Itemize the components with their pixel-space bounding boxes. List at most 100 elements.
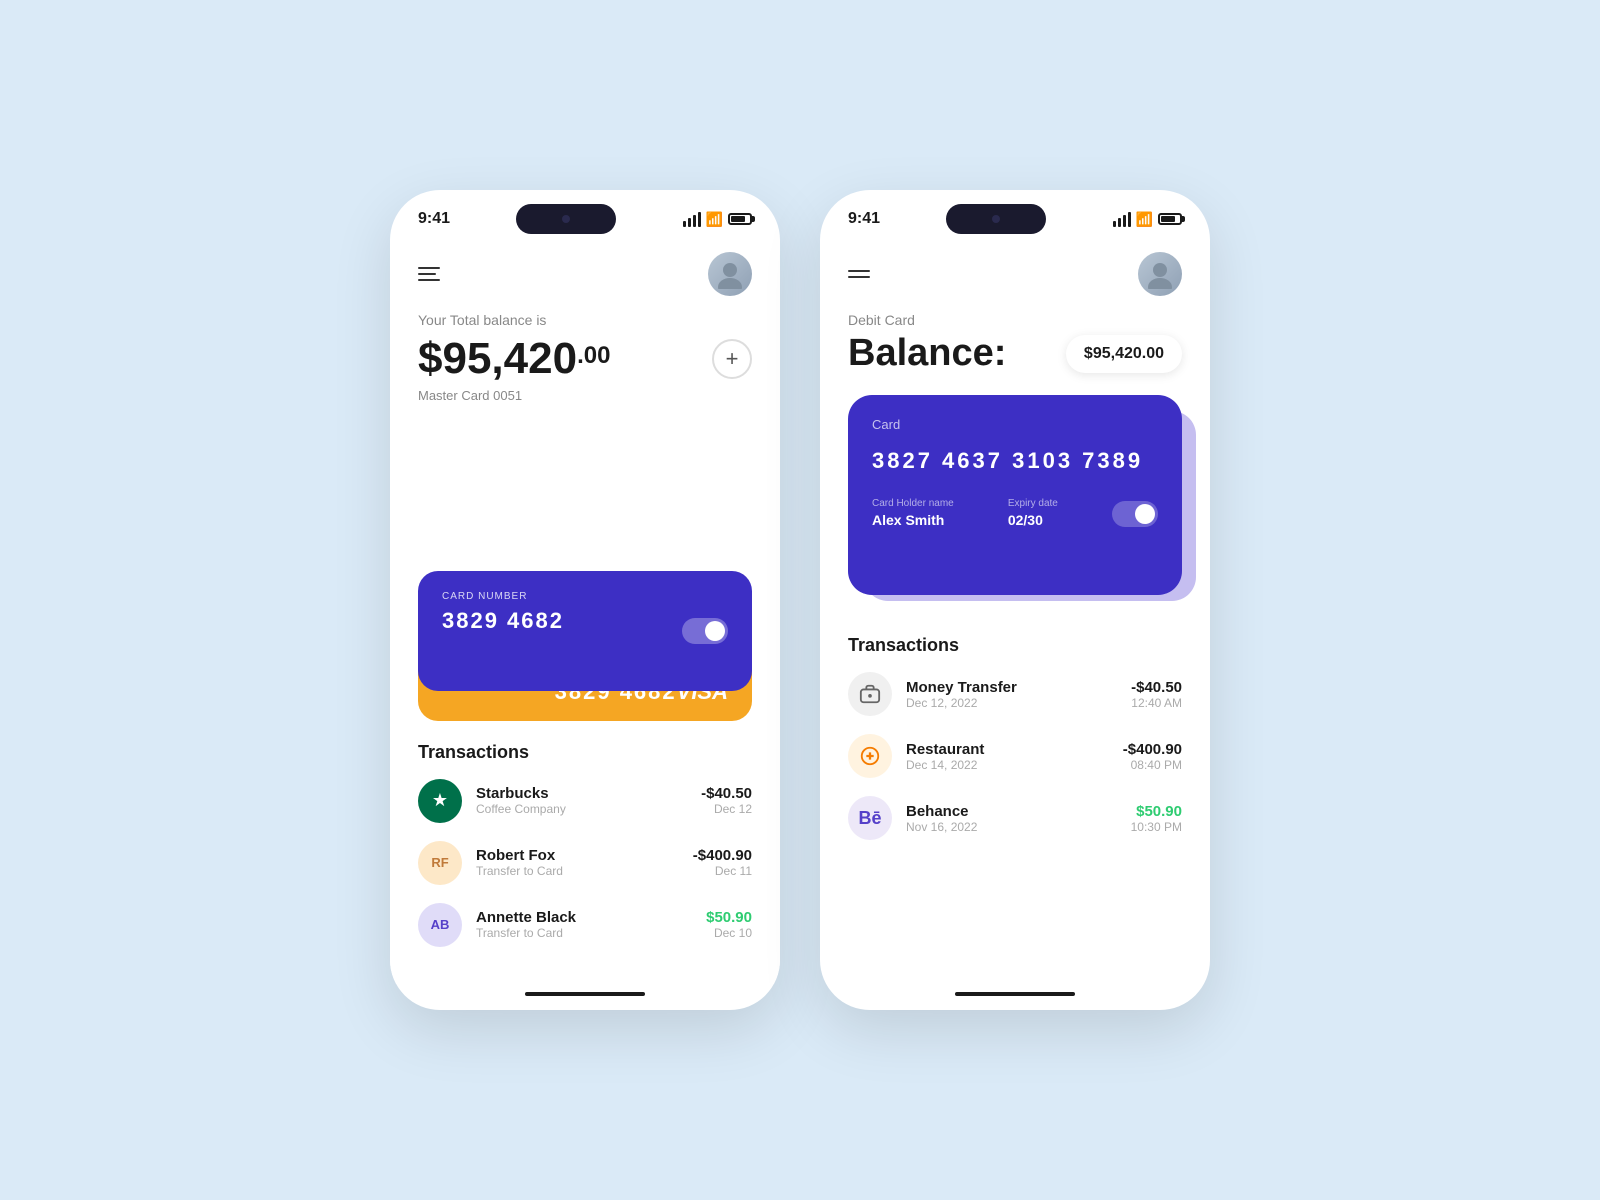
card-holder-field: Card Holder name Alex Smith (872, 498, 954, 530)
p2-transaction-sub-0: Dec 12, 2022 (906, 696, 1117, 710)
big-card-number-2: 3827 4637 3103 7389 (872, 448, 1158, 474)
p2-transaction-amount-0: -$40.50 (1131, 679, 1182, 696)
card-expiry-field: Expiry date 02/30 (1008, 498, 1058, 530)
transaction-info-0: Starbucks Coffee Company (476, 785, 687, 816)
p2-transaction-info-0: Money Transfer Dec 12, 2022 (906, 679, 1117, 710)
menu-button-1[interactable] (418, 267, 440, 281)
transaction-item-2[interactable]: AB Annette Black Transfer to Card $50.90… (418, 903, 752, 947)
transaction-amount-1: -$400.90 (693, 847, 752, 864)
phone-1: 9:41 📶 (390, 190, 780, 1010)
signal-icon-1 (683, 212, 701, 227)
island-dot-2 (992, 215, 1000, 223)
balance-row-2: Balance: $95,420.00 (820, 332, 1210, 375)
transaction-info-1: Robert Fox Transfer to Card (476, 847, 679, 878)
transaction-sub-1: Transfer to Card (476, 864, 679, 878)
transaction-name-1: Robert Fox (476, 847, 679, 864)
p2-transaction-info-1: Restaurant Dec 14, 2022 (906, 741, 1109, 772)
transaction-amount-col-2: $50.90 Dec 10 (706, 909, 752, 940)
cards-stack-1: CARD NUMBER 3829 4682 CARD NUMBER 3829 4… (390, 571, 780, 736)
p2-transaction-amount-2: $50.90 (1131, 803, 1182, 820)
card-expiry-label: Expiry date (1008, 498, 1058, 509)
wifi-icon-1: 📶 (706, 211, 723, 228)
big-card-footer-2: Card Holder name Alex Smith Expiry date … (872, 498, 1158, 530)
p2-transaction-name-0: Money Transfer (906, 679, 1117, 696)
wallet-icon (848, 672, 892, 716)
balance-amount-1: $95,420.00 (418, 334, 610, 384)
transaction-amount-col-1: -$400.90 Dec 11 (693, 847, 752, 878)
home-indicator-2 (955, 992, 1075, 996)
signal-icon-2 (1113, 212, 1131, 227)
card-purple-1[interactable]: CARD NUMBER 3829 4682 (418, 571, 752, 691)
toggle-1[interactable] (682, 618, 728, 644)
transaction-name-2: Annette Black (476, 909, 692, 926)
battery-icon-2 (1158, 213, 1182, 225)
behance-icon: Bē (848, 796, 892, 840)
transaction-amount-2: $50.90 (706, 909, 752, 926)
avatar-2[interactable] (1138, 252, 1182, 296)
transaction-amount-col-0: -$40.50 Dec 12 (701, 785, 752, 816)
transaction-item-1[interactable]: RF Robert Fox Transfer to Card -$400.90 … (418, 841, 752, 885)
transactions-1: Transactions ★ Starbucks Coffee Company … (390, 726, 780, 985)
p2-transaction-time-2: 10:30 PM (1131, 820, 1182, 834)
island-dot-1 (562, 215, 570, 223)
p2-transaction-item-1[interactable]: Restaurant Dec 14, 2022 -$400.90 08:40 P… (848, 734, 1182, 778)
phone-2: 9:41 📶 (820, 190, 1210, 1010)
transaction-date-0: Dec 12 (701, 802, 752, 816)
transactions-2: Transactions Money Transfer Dec 12, 2022… (820, 619, 1210, 984)
restaurant-icon (848, 734, 892, 778)
dynamic-island-1 (516, 204, 616, 234)
big-toggle-2[interactable] (1112, 501, 1158, 527)
p2-transaction-item-0[interactable]: Money Transfer Dec 12, 2022 -$40.50 12:4… (848, 672, 1182, 716)
p2-transaction-amount-col-2: $50.90 10:30 PM (1131, 803, 1182, 834)
big-card-2[interactable]: Card 3827 4637 3103 7389 Card Holder nam… (848, 395, 1182, 595)
transaction-date-1: Dec 11 (693, 864, 752, 878)
wifi-icon-2: 📶 (1136, 211, 1153, 228)
transaction-item-0[interactable]: ★ Starbucks Coffee Company -$40.50 Dec 1… (418, 779, 752, 823)
rf-icon: RF (418, 841, 462, 885)
p2-transaction-time-0: 12:40 AM (1131, 696, 1182, 710)
ab-icon: AB (418, 903, 462, 947)
dynamic-island-2 (946, 204, 1046, 234)
p2-transaction-time-1: 08:40 PM (1123, 758, 1182, 772)
header-2 (820, 244, 1210, 312)
p2-transaction-sub-1: Dec 14, 2022 (906, 758, 1109, 772)
p2-transaction-name-2: Behance (906, 803, 1117, 820)
big-card-label-2: Card (872, 417, 1158, 432)
balance-section-1: Your Total balance is $95,420.00 + Maste… (390, 312, 780, 571)
p2-transaction-amount-col-1: -$400.90 08:40 PM (1123, 741, 1182, 772)
p2-transaction-amount-col-0: -$40.50 12:40 AM (1131, 679, 1182, 710)
time-2: 9:41 (848, 210, 880, 228)
phones-container: 9:41 📶 (390, 190, 1210, 1010)
card-sub-label-1: Master Card 0051 (418, 388, 752, 403)
transactions-title-2: Transactions (848, 635, 1182, 656)
big-card-container-2: Card 3827 4637 3103 7389 Card Holder nam… (820, 395, 1210, 595)
p2-transaction-sub-2: Nov 16, 2022 (906, 820, 1117, 834)
header-1 (390, 244, 780, 312)
card-number-label-1: CARD NUMBER (442, 591, 728, 602)
balance-heading-2: Balance: (848, 332, 1006, 375)
status-icons-1: 📶 (683, 211, 752, 228)
card-holder-name: Alex Smith (872, 512, 944, 528)
transaction-name-0: Starbucks (476, 785, 687, 802)
balance-badge-2: $95,420.00 (1066, 335, 1182, 373)
menu-button-2[interactable] (848, 270, 870, 278)
debit-label-2: Debit Card (820, 312, 1210, 328)
starbucks-icon: ★ (418, 779, 462, 823)
status-bar-2: 9:41 📶 (820, 190, 1210, 244)
p2-transaction-amount-1: -$400.90 (1123, 741, 1182, 758)
home-indicator-1 (525, 992, 645, 996)
add-button-1[interactable]: + (712, 339, 752, 379)
card-holder-label: Card Holder name (872, 498, 954, 509)
transaction-amount-0: -$40.50 (701, 785, 752, 802)
battery-icon-1 (728, 213, 752, 225)
card-expiry: 02/30 (1008, 512, 1043, 528)
p2-transaction-info-2: Behance Nov 16, 2022 (906, 803, 1117, 834)
transaction-sub-0: Coffee Company (476, 802, 687, 816)
transaction-date-2: Dec 10 (706, 926, 752, 940)
transactions-title-1: Transactions (418, 742, 752, 763)
transaction-info-2: Annette Black Transfer to Card (476, 909, 692, 940)
p2-transaction-item-2[interactable]: Bē Behance Nov 16, 2022 $50.90 10:30 PM (848, 796, 1182, 840)
status-bar-1: 9:41 📶 (390, 190, 780, 244)
balance-label-1: Your Total balance is (418, 312, 752, 328)
avatar-1[interactable] (708, 252, 752, 296)
